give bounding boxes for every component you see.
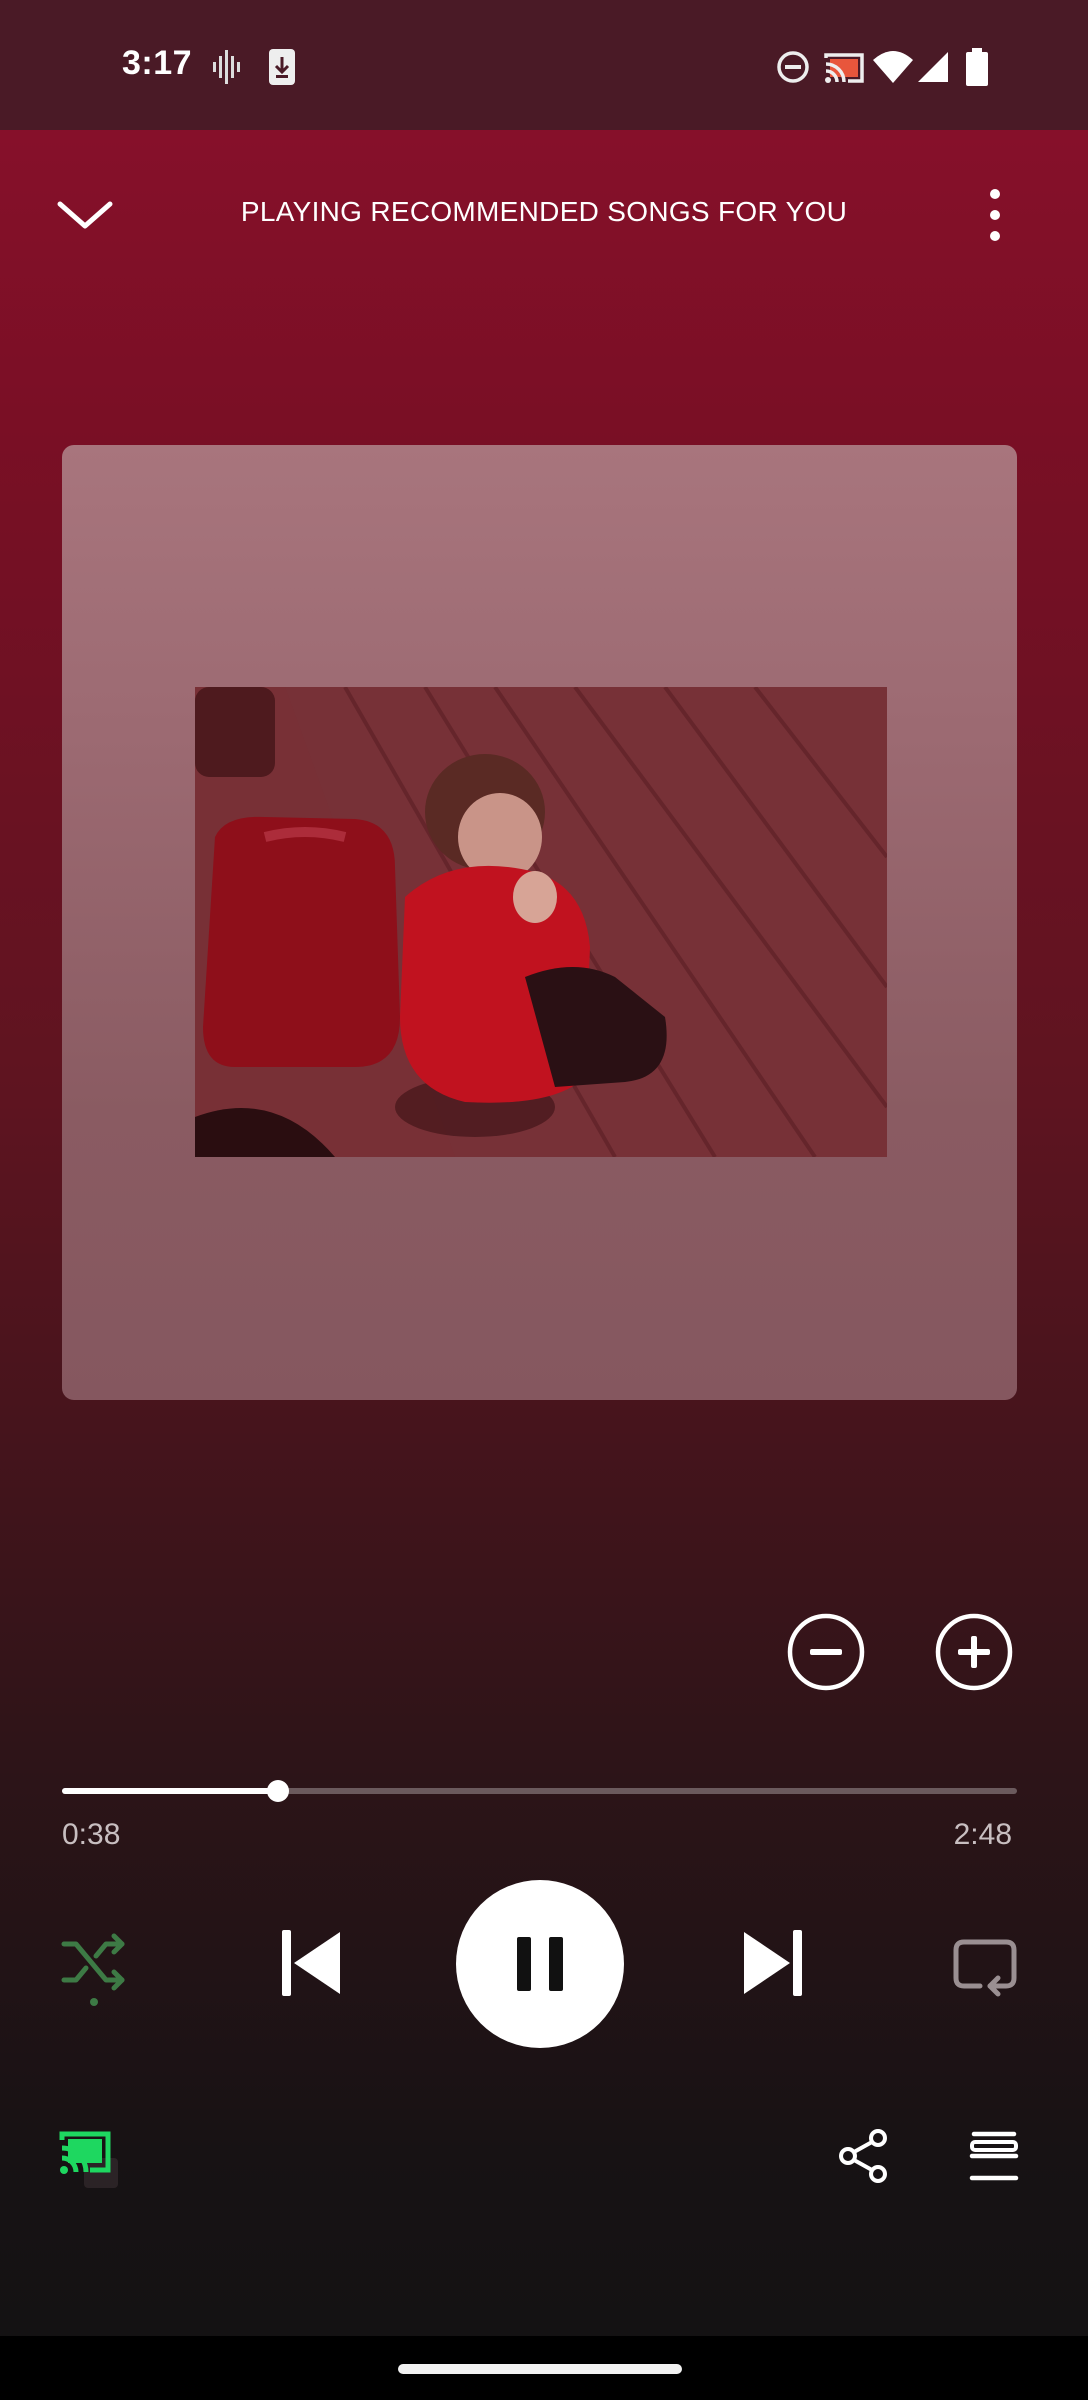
download-icon: [269, 49, 295, 85]
queue-icon: [969, 2131, 1019, 2181]
share-button[interactable]: [836, 2128, 892, 2184]
playing-context-title: PLAYING RECOMMENDED SONGS FOR YOU: [240, 196, 848, 227]
skip-next-icon: [744, 1930, 802, 1996]
progress-bar[interactable]: [62, 1780, 1017, 1802]
album-artwork: [62, 445, 1017, 1400]
pause-button[interactable]: [456, 1880, 624, 2048]
cast-icon: [824, 53, 864, 83]
like-button[interactable]: [934, 1612, 1014, 1692]
queue-button[interactable]: [968, 2130, 1020, 2182]
previous-button[interactable]: [276, 1926, 346, 2000]
repeat-button[interactable]: [950, 1930, 1020, 2000]
skip-previous-icon: [282, 1930, 340, 1996]
connect-device-button[interactable]: [58, 2130, 130, 2194]
next-button[interactable]: [738, 1926, 808, 2000]
more-options-button[interactable]: [970, 180, 1020, 250]
status-bar: 3:17: [0, 0, 1088, 130]
cast-icon: [59, 2131, 118, 2188]
album-photo: [195, 687, 887, 1157]
share-icon: [839, 2129, 887, 2183]
minus-circle-icon: [787, 1613, 865, 1691]
signal-icon: [918, 52, 948, 82]
repeat-icon: [953, 1939, 1017, 1997]
more-vertical-icon: [990, 189, 1000, 241]
total-duration: 2:48: [953, 1818, 1012, 1851]
plus-circle-icon: [935, 1613, 1013, 1691]
shuffle-button[interactable]: [60, 1930, 130, 2010]
soundwave-icon: [213, 50, 240, 84]
home-indicator[interactable]: [398, 2364, 682, 2374]
battery-icon: [966, 48, 988, 86]
shuffle-icon: [61, 1933, 125, 2006]
progress-thumb[interactable]: [266, 1780, 289, 1802]
elapsed-time: 0:38: [62, 1818, 121, 1851]
pause-icon: [517, 1937, 563, 1991]
wifi-icon: [873, 51, 913, 83]
progress-fill: [62, 1788, 278, 1794]
dnd-icon: [777, 51, 809, 83]
status-time: 3:17: [122, 44, 193, 82]
dislike-button[interactable]: [786, 1612, 866, 1692]
